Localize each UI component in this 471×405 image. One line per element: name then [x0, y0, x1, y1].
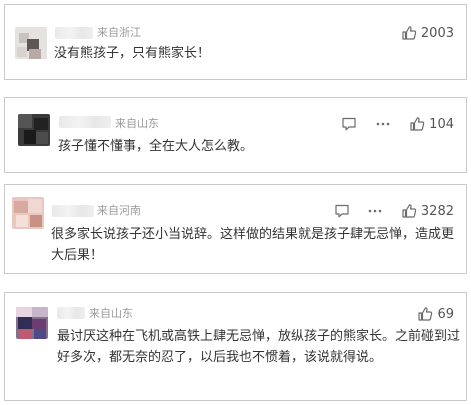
like-count: 104 — [429, 116, 454, 132]
more-icon[interactable] — [375, 116, 391, 132]
like-count: 3282 — [420, 203, 454, 219]
location-label: 来自山东 — [115, 117, 159, 130]
more-icon[interactable] — [367, 203, 383, 219]
comment-card: 来自山东 最讨厌这种在飞机或高铁上肆无忌惮，放纵孩子的熊家长。之前碰到过好多次，… — [4, 292, 467, 401]
comment-icon[interactable] — [341, 116, 357, 132]
username[interactable] — [55, 27, 93, 39]
comment-card: 来自河南 很多家长说孩子还小当说辞。这样做的结果就是孩子肆无忌惮，造成更大后果！… — [4, 184, 467, 274]
comment-card: 来自山东 孩子懂不懂事，全在大人怎么教。 104 — [4, 97, 467, 173]
avatar[interactable] — [12, 197, 44, 229]
thumbs-up-icon — [417, 306, 433, 322]
like-button[interactable]: 69 — [417, 306, 454, 322]
username[interactable] — [59, 116, 111, 128]
like-button[interactable]: 2003 — [401, 25, 454, 41]
comment-text: 最讨厌这种在飞机或高铁上肆无忌惮，放纵孩子的熊家长。之前碰到过好多次，都无奈的忍… — [57, 329, 461, 365]
comment-text: 孩子懂不懂事，全在大人怎么教。 — [58, 139, 254, 154]
username[interactable] — [57, 307, 85, 319]
comment-icon[interactable] — [334, 203, 350, 219]
avatar[interactable] — [16, 307, 48, 339]
like-count: 2003 — [420, 25, 454, 41]
avatar[interactable] — [18, 114, 50, 146]
comment-text: 没有熊孩子，只有熊家长！ — [54, 46, 211, 61]
like-button[interactable]: 3282 — [401, 203, 454, 219]
avatar[interactable] — [15, 27, 47, 59]
thumbs-up-icon — [401, 25, 417, 41]
thumbs-up-icon — [401, 203, 417, 219]
comment-text: 很多家长说孩子还小当说辞。这样做的结果就是孩子肆无忌惮，造成更大后果！ — [51, 227, 455, 263]
location-label: 来自河南 — [97, 204, 141, 217]
thumbs-up-icon — [409, 116, 425, 132]
like-button[interactable]: 104 — [409, 116, 454, 132]
username[interactable] — [52, 205, 94, 217]
location-label: 来自浙江 — [97, 26, 141, 39]
comment-card: 来自浙江 没有熊孩子，只有熊家长！ 2003 — [4, 4, 467, 80]
like-count: 69 — [437, 306, 454, 322]
location-label: 来自山东 — [89, 307, 133, 320]
